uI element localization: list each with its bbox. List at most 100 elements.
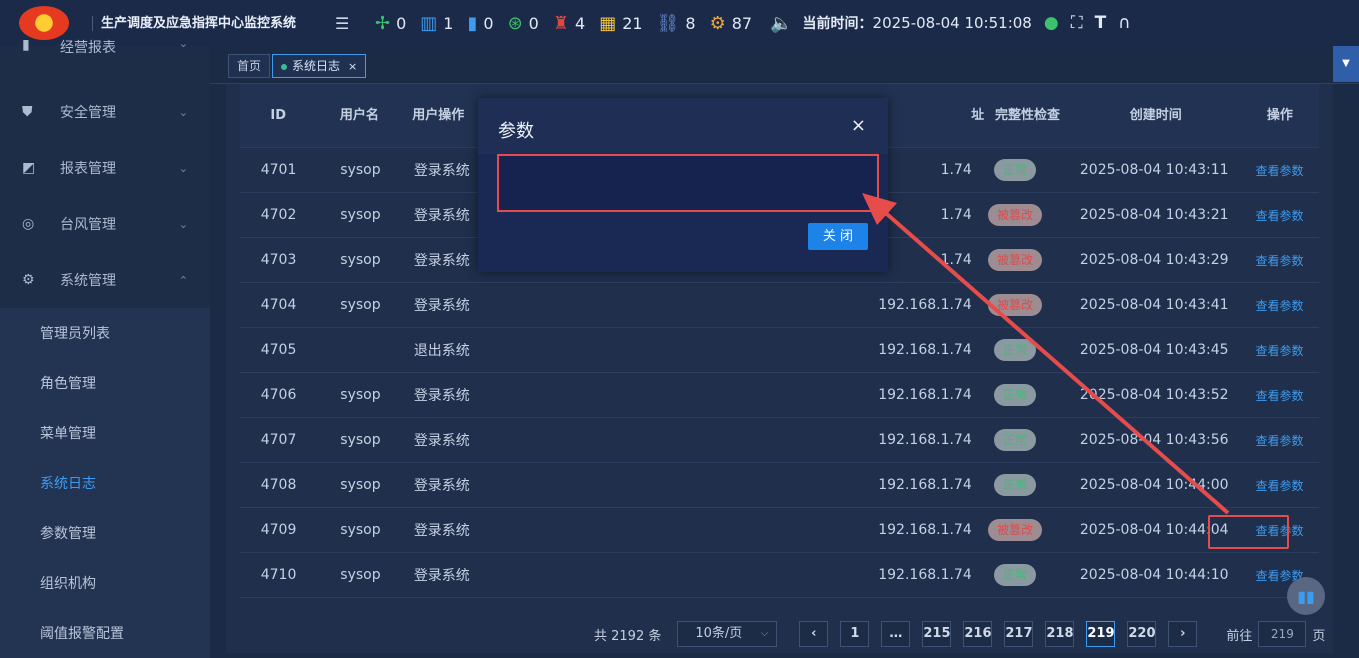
chevron-down-icon: ⌄ bbox=[178, 217, 188, 231]
fullscreen-icon[interactable]: ⛶ bbox=[1071, 13, 1083, 33]
cell-operation-text: 登录系统 bbox=[413, 388, 470, 404]
goto-input[interactable]: 219 bbox=[1258, 621, 1307, 647]
page-size-select[interactable]: 10条/页 ⌵ bbox=[677, 621, 778, 647]
bulb-icon[interactable]: ● bbox=[1044, 13, 1059, 33]
page-button[interactable]: 215 bbox=[922, 621, 952, 647]
cell-status: 被篡改 bbox=[972, 294, 1059, 316]
cell-user-text: sysop bbox=[340, 567, 381, 583]
headset-icon[interactable]: ∩ bbox=[1118, 13, 1130, 33]
page-button[interactable]: 217 bbox=[1004, 621, 1034, 647]
sidebar-item[interactable]: 角色管理 bbox=[0, 358, 210, 408]
page-button[interactable]: 218 bbox=[1045, 621, 1075, 647]
page-button[interactable]: … bbox=[881, 621, 911, 647]
cell-operation-text: 登录系统 bbox=[413, 478, 470, 494]
page-button[interactable]: 220 bbox=[1127, 621, 1157, 647]
view-params-link-text[interactable]: 查看参数 bbox=[1255, 477, 1303, 494]
table-row: 4705 退出系统 192.168.1.74 正常 2025-08-04 10:43:4… bbox=[240, 328, 1319, 373]
view-params-link[interactable]: 查看参数 bbox=[1240, 477, 1319, 494]
cell-operation: 登录系统 bbox=[404, 565, 573, 585]
page-button[interactable]: 1 bbox=[840, 621, 870, 647]
cell-status: 正常 bbox=[972, 474, 1059, 496]
view-params-link[interactable]: 查看参数 bbox=[1240, 252, 1319, 269]
cell-user-text: sysop bbox=[340, 522, 381, 538]
table-row: 4708 sysop 登录系统 192.168.1.74 正常 2025-08-04 10… bbox=[240, 463, 1319, 508]
cell-user-text: sysop bbox=[340, 297, 381, 313]
view-params-link-text[interactable]: 查看参数 bbox=[1255, 297, 1303, 314]
counter-value: 87 bbox=[731, 13, 753, 33]
sidebar-item[interactable]: 参数管理 bbox=[0, 508, 210, 558]
sidebar-menu: ▮ 经营报表 ⌄ ⛊ 安全管理 ⌄ ◩ 报表管理 ⌄ ◎ 台风管理 ⌄ ⚙ 系统管理 ⌃ bbox=[0, 37, 210, 308]
sidebar-item[interactable]: 组织机构 bbox=[0, 558, 210, 608]
tab-close-icon[interactable]: × bbox=[348, 60, 357, 73]
table-row: 4704 sysop 登录系统 192.168.1.74 被篡改 2025-08-04 1… bbox=[240, 283, 1319, 328]
view-params-link[interactable]: 查看参数 bbox=[1240, 207, 1319, 224]
cell-status: 被篡改 bbox=[972, 519, 1059, 541]
column-header: ID bbox=[270, 107, 286, 123]
gears-icon: ⚙ bbox=[709, 12, 726, 34]
view-params-link[interactable]: 查看参数 bbox=[1240, 387, 1319, 404]
page-button[interactable]: 216 bbox=[963, 621, 993, 647]
view-params-link-text[interactable]: 查看参数 bbox=[1255, 162, 1303, 179]
goto-suffix: 页 bbox=[1312, 628, 1326, 644]
menu-label: 台风管理 bbox=[60, 217, 116, 233]
menu-toggle-icon[interactable]: ☰ bbox=[335, 14, 361, 33]
cell-id: 4704 bbox=[240, 297, 317, 313]
sidebar-item[interactable]: 菜单管理 bbox=[0, 408, 210, 458]
page-button[interactable]: 219 bbox=[1086, 621, 1116, 647]
cell-id-text: 4705 bbox=[260, 342, 297, 358]
view-params-link[interactable]: 查看参数 bbox=[1240, 432, 1319, 449]
sidebar-menu-item[interactable]: ⛊ 安全管理 ⌄ bbox=[0, 84, 210, 140]
tab-system-log[interactable]: 系统日志 × bbox=[272, 54, 367, 78]
close-icon[interactable]: × bbox=[851, 115, 866, 136]
cell-status: 正常 bbox=[972, 564, 1059, 586]
settings-icon: ⚙ bbox=[22, 272, 35, 288]
view-params-link[interactable]: 查看参数 bbox=[1240, 297, 1319, 314]
menu-label: 报表管理 bbox=[60, 161, 116, 177]
prev-page-button[interactable]: ‹ bbox=[799, 621, 829, 647]
column-header: 完整性检查 bbox=[994, 107, 1060, 123]
cell-id-text: 4707 bbox=[260, 432, 297, 448]
cell-user: sysop bbox=[317, 432, 404, 448]
sidebar-menu-item[interactable]: ▮ 经营报表 ⌄ bbox=[0, 37, 210, 55]
device-icon: ▥ bbox=[420, 12, 438, 34]
sidebar-item[interactable]: 系统日志 bbox=[0, 458, 210, 508]
next-page-button[interactable]: › bbox=[1168, 621, 1198, 647]
cell-ip-text: 1.74 bbox=[940, 207, 972, 223]
typhoon-icon: ◎ bbox=[22, 216, 35, 232]
cell-user: sysop bbox=[317, 252, 404, 268]
view-params-link[interactable]: 查看参数 bbox=[1240, 162, 1319, 179]
cell-time: 2025-08-04 10:43:29 bbox=[1068, 252, 1240, 268]
cell-operation-text: 登录系统 bbox=[413, 433, 470, 449]
sidebar-item[interactable]: 阈值报警配置 bbox=[0, 608, 210, 658]
font-size-icon[interactable]: T bbox=[1095, 13, 1107, 33]
cell-time: 2025-08-04 10:43:45 bbox=[1068, 342, 1240, 358]
cell-id: 4708 bbox=[240, 477, 317, 493]
tab-home[interactable]: 首页 bbox=[228, 54, 271, 78]
view-params-link-text[interactable]: 查看参数 bbox=[1255, 207, 1303, 224]
view-params-link-text[interactable]: 查看参数 bbox=[1255, 387, 1303, 404]
speaker-icon[interactable]: 🔈 bbox=[770, 13, 792, 34]
view-params-link-text[interactable]: 查看参数 bbox=[1255, 252, 1303, 269]
cell-time-text: 2025-08-04 10:43:29 bbox=[1079, 252, 1229, 268]
sidebar-menu-item[interactable]: ◎ 台风管理 ⌄ bbox=[0, 196, 210, 252]
chart-fab-icon[interactable]: ▮▮ bbox=[1287, 577, 1325, 615]
cell-operation-text: 登录系统 bbox=[413, 523, 470, 539]
clock: 🔈 当前时间： 2025-08-04 10:51:08 bbox=[770, 13, 1032, 34]
sidebar-menu-item[interactable]: ⚙ 系统管理 ⌃ bbox=[0, 252, 210, 308]
params-textarea[interactable] bbox=[497, 154, 879, 212]
sidebar-item[interactable]: 管理员列表 bbox=[0, 308, 210, 358]
cell-operation: 登录系统 bbox=[404, 520, 573, 540]
view-params-link-text[interactable]: 查看参数 bbox=[1255, 342, 1303, 359]
cell-operation-text: 登录系统 bbox=[413, 163, 470, 179]
sidebar-menu-item[interactable]: ◩ 报表管理 ⌄ bbox=[0, 140, 210, 196]
chain-icon: ⛓ bbox=[656, 12, 680, 34]
cell-operation: 登录系统 bbox=[404, 295, 573, 315]
cell-status: 正常 bbox=[972, 429, 1059, 451]
menu-label: 系统管理 bbox=[60, 273, 116, 289]
sidebar: ▮ 经营报表 ⌄ ⛊ 安全管理 ⌄ ◩ 报表管理 ⌄ ◎ 台风管理 ⌄ ⚙ 系统管理 ⌃ 管理员列表 角色管理… bbox=[0, 37, 210, 658]
tab-dropdown-button[interactable]: ▼ bbox=[1333, 46, 1359, 82]
menu-label: 安全管理 bbox=[60, 105, 116, 121]
close-button[interactable]: 关 闭 bbox=[808, 223, 868, 250]
view-params-link-text[interactable]: 查看参数 bbox=[1255, 432, 1303, 449]
view-params-link[interactable]: 查看参数 bbox=[1240, 342, 1319, 359]
